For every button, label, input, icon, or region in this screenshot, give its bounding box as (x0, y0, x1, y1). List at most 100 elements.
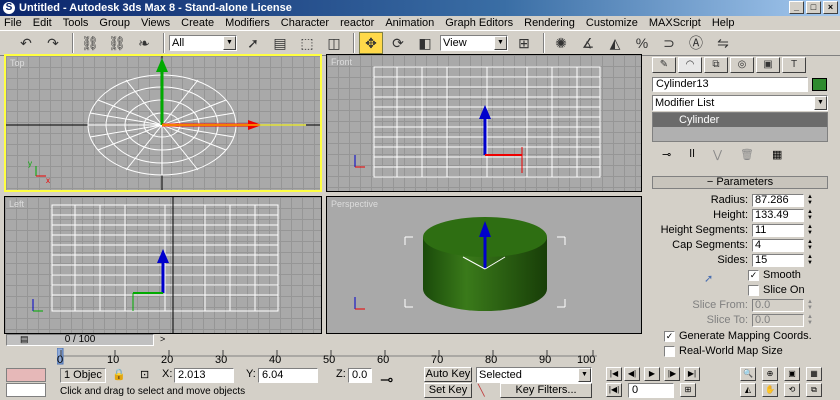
generate-mapping-checkbox[interactable]: ✓ Generate Mapping Coords. (664, 330, 812, 342)
close-button[interactable]: × (823, 1, 838, 14)
remove-modifier-icon[interactable]: 🗑 (740, 148, 754, 161)
lock-icon[interactable]: 🔒 (112, 368, 126, 381)
arc-rotate-icon[interactable]: ⟲ (784, 383, 800, 397)
maximize-viewport-icon[interactable]: ⧉ (806, 383, 822, 397)
stack-item-cylinder[interactable]: Cylinder (653, 113, 827, 127)
spinner-icon[interactable]: ▲ ▼ (806, 239, 814, 252)
track-bar[interactable]: 0 10 20 30 40 50 60 70 80 90 100 (57, 348, 597, 366)
window-crossing-icon[interactable]: ◫ (322, 32, 346, 54)
menu-tools[interactable]: Tools (63, 17, 89, 29)
parameters-rollout[interactable]: − Parameters (652, 176, 828, 189)
height-field[interactable]: 133.49 (752, 209, 804, 222)
maxscript-listener[interactable] (6, 368, 46, 382)
zoom-icon[interactable]: 🔍 (740, 367, 756, 381)
viewport-top[interactable]: Top y x (4, 54, 322, 192)
absolute-mode-icon[interactable]: ⊡ (140, 368, 149, 381)
menu-create[interactable]: Create (181, 17, 214, 29)
rectangular-selection-icon[interactable]: ⬚ (295, 32, 319, 54)
slice-from-field[interactable]: 0.0 (752, 299, 804, 312)
height-segments-field[interactable]: 11 (752, 224, 804, 237)
pin-stack-icon[interactable]: ⊸ (662, 148, 671, 161)
menu-character[interactable]: Character (281, 17, 329, 29)
pivot-center-icon[interactable]: ⊞ (512, 32, 536, 54)
modifier-stack[interactable]: Cylinder (652, 112, 828, 142)
select-by-name-icon[interactable]: ▤ (268, 32, 292, 54)
key-filters-button[interactable]: Key Filters... (500, 383, 592, 398)
create-tab-icon[interactable]: ✎ (652, 57, 676, 73)
redo-icon[interactable]: ↷ (41, 32, 65, 54)
angle-snap-icon[interactable]: ◭ (603, 32, 627, 54)
modify-tab-icon[interactable]: ◠ (678, 57, 702, 73)
y-coordinate-field[interactable]: 6.04 (258, 368, 318, 383)
object-color-swatch[interactable] (812, 78, 827, 91)
select-object-icon[interactable]: ➚ (241, 32, 265, 54)
spinner-snap-icon[interactable]: ⊃ (657, 32, 681, 54)
menu-modifiers[interactable]: Modifiers (225, 17, 270, 29)
reference-coordinate-dropdown[interactable]: View ▼ (440, 35, 508, 51)
menu-graph-editors[interactable]: Graph Editors (445, 17, 513, 29)
set-key-button[interactable]: Set Key (424, 383, 472, 398)
select-and-link-icon[interactable]: ⛓ (78, 32, 102, 54)
pan-icon[interactable]: ✋ (762, 383, 778, 397)
menu-views[interactable]: Views (141, 17, 170, 29)
open-mini-curve-icon[interactable]: ▤ (20, 334, 29, 345)
undo-icon[interactable]: ↶ (14, 32, 38, 54)
real-world-map-size-checkbox[interactable]: Real-World Map Size (664, 345, 783, 357)
go-to-end-icon[interactable]: ▶| (684, 367, 700, 381)
configure-sets-icon[interactable]: ▦ (772, 148, 782, 161)
bind-space-warp-icon[interactable]: ❧ (132, 32, 156, 54)
slice-to-field[interactable]: 0.0 (752, 314, 804, 327)
menu-reactor[interactable]: reactor (340, 17, 374, 29)
slice-on-checkbox[interactable]: Slice On (748, 284, 805, 296)
radius-field[interactable]: 87.286 (752, 194, 804, 207)
select-manipulate-icon[interactable]: ✺ (549, 32, 573, 54)
maxscript-mini-listener[interactable] (6, 383, 46, 397)
spinner-icon[interactable]: ▲ ▼ (806, 254, 814, 267)
spinner-icon[interactable]: ▲ ▼ (806, 299, 814, 312)
zoom-extents-icon[interactable]: ▣ (784, 367, 800, 381)
sides-field[interactable]: 15 (752, 254, 804, 267)
menu-help[interactable]: Help (712, 17, 735, 29)
menu-maxscript[interactable]: MAXScript (649, 17, 701, 29)
make-unique-icon[interactable]: ⋁ (713, 148, 722, 161)
3dsmax-icon[interactable]: S (3, 2, 15, 14)
hierarchy-tab-icon[interactable]: ⧉ (704, 57, 728, 73)
spinner-icon[interactable]: ▲ ▼ (806, 224, 814, 237)
show-end-result-icon[interactable]: ǀǀ (689, 148, 695, 160)
viewport-left[interactable]: Left (4, 196, 322, 334)
smooth-checkbox[interactable]: ✓ Smooth (748, 269, 801, 281)
display-tab-icon[interactable]: ▣ (756, 57, 780, 73)
play-icon[interactable]: ▶ (644, 367, 660, 381)
maximize-button[interactable]: □ (806, 1, 821, 14)
modifier-list-dropdown[interactable]: Modifier List ▼ (652, 95, 828, 111)
spinner-icon[interactable]: ▲ ▼ (806, 209, 814, 222)
zoom-extents-all-icon[interactable]: ▦ (806, 367, 822, 381)
x-coordinate-field[interactable]: 2.013 (174, 368, 234, 383)
percent-snap-icon[interactable]: % (630, 32, 654, 54)
viewport-perspective[interactable]: Perspective (326, 196, 642, 334)
previous-frame-icon[interactable]: ◀| (624, 367, 640, 381)
spinner-icon[interactable]: ▲ ▼ (806, 194, 814, 207)
cap-segments-field[interactable]: 4 (752, 239, 804, 252)
key-mode-toggle-icon[interactable]: |◀| (606, 383, 622, 397)
viewport-front[interactable]: Front (326, 54, 642, 192)
snaps-toggle-icon[interactable]: ∡ (576, 32, 600, 54)
auto-key-button[interactable]: Auto Key (424, 367, 472, 382)
slider-next-icon[interactable]: > (160, 334, 165, 344)
default-tangents-icon[interactable]: ╲ (478, 384, 485, 397)
selection-filter-dropdown[interactable]: All ▼ (169, 35, 237, 51)
z-coordinate-field[interactable]: 0.0 (348, 368, 372, 383)
minimize-button[interactable]: _ (789, 1, 804, 14)
mirror-icon[interactable]: ⇋ (711, 32, 735, 54)
go-to-start-icon[interactable]: |◀ (606, 367, 622, 381)
current-frame-field[interactable]: 0 (628, 383, 674, 398)
menu-customize[interactable]: Customize (586, 17, 638, 29)
key-mode-dropdown[interactable]: Selected ▼ (476, 367, 592, 383)
select-and-scale-icon[interactable]: ◧ (413, 32, 437, 54)
menu-file[interactable]: File (4, 17, 22, 29)
unlink-icon[interactable]: ⛓ (105, 32, 129, 54)
menu-group[interactable]: Group (99, 17, 130, 29)
field-of-view-icon[interactable]: ◭ (740, 383, 756, 397)
select-and-move-icon[interactable]: ✥ (359, 32, 383, 54)
next-frame-icon[interactable]: |▶ (664, 367, 680, 381)
